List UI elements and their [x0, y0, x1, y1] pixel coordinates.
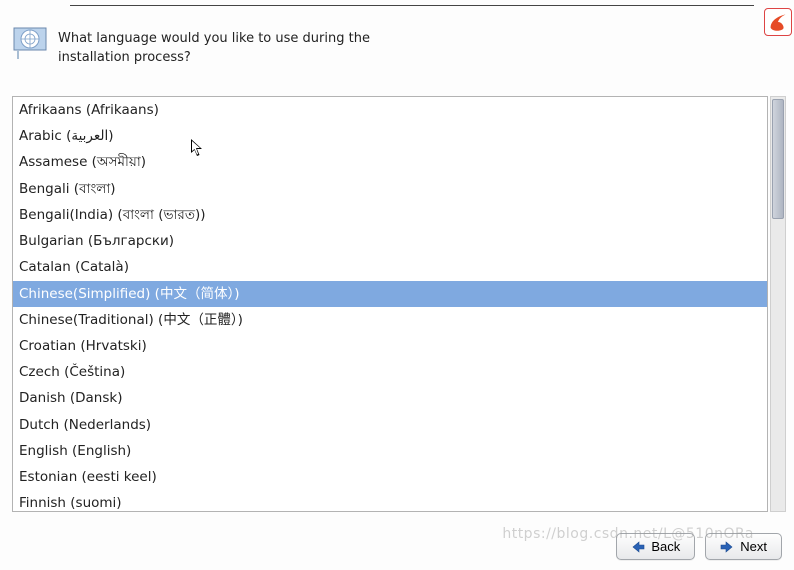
scrollbar-thumb[interactable] [772, 99, 784, 219]
scrollbar[interactable] [770, 96, 786, 512]
language-option[interactable]: Dutch (Nederlands) [13, 412, 767, 438]
language-option[interactable]: Finnish (suomi) [13, 490, 767, 512]
arrow-right-icon [720, 540, 734, 554]
language-option[interactable]: Czech (Čeština) [13, 359, 767, 385]
language-listbox[interactable]: Afrikaans (Afrikaans)Arabic (العربية)Ass… [12, 96, 768, 512]
language-option[interactable]: Croatian (Hrvatski) [13, 333, 767, 359]
prompt-line-1: What language would you like to use duri… [58, 31, 370, 46]
language-option[interactable]: Arabic (العربية) [13, 123, 767, 149]
language-option[interactable]: Chinese(Simplified) (中文（简体）) [13, 281, 767, 307]
prompt-text: What language would you like to use duri… [58, 26, 370, 68]
globe-icon [12, 26, 48, 62]
language-option[interactable]: Bulgarian (Български) [13, 228, 767, 254]
language-option[interactable]: Afrikaans (Afrikaans) [13, 97, 767, 123]
back-button[interactable]: Back [616, 533, 695, 560]
next-button[interactable]: Next [705, 533, 782, 560]
divider-rule [70, 5, 754, 6]
language-option[interactable]: Bengali (বাংলা) [13, 176, 767, 202]
language-option[interactable]: Assamese (অসমীয়া) [13, 149, 767, 175]
language-list-container: Afrikaans (Afrikaans)Arabic (العربية)Ass… [12, 96, 786, 512]
header-row: What language would you like to use duri… [12, 26, 782, 68]
prompt-line-2: installation process? [58, 50, 191, 65]
language-option[interactable]: Chinese(Traditional) (中文（正體）) [13, 307, 767, 333]
language-option[interactable]: Bengali(India) (বাংলা (ভারত)) [13, 202, 767, 228]
language-option[interactable]: English (English) [13, 438, 767, 464]
language-option[interactable]: Estonian (eesti keel) [13, 464, 767, 490]
next-label: Next [740, 539, 767, 554]
language-option[interactable]: Catalan (Català) [13, 254, 767, 280]
footer-buttons: Back Next [616, 533, 782, 560]
back-label: Back [651, 539, 680, 554]
arrow-left-icon [631, 540, 645, 554]
language-option[interactable]: Danish (Dansk) [13, 385, 767, 411]
